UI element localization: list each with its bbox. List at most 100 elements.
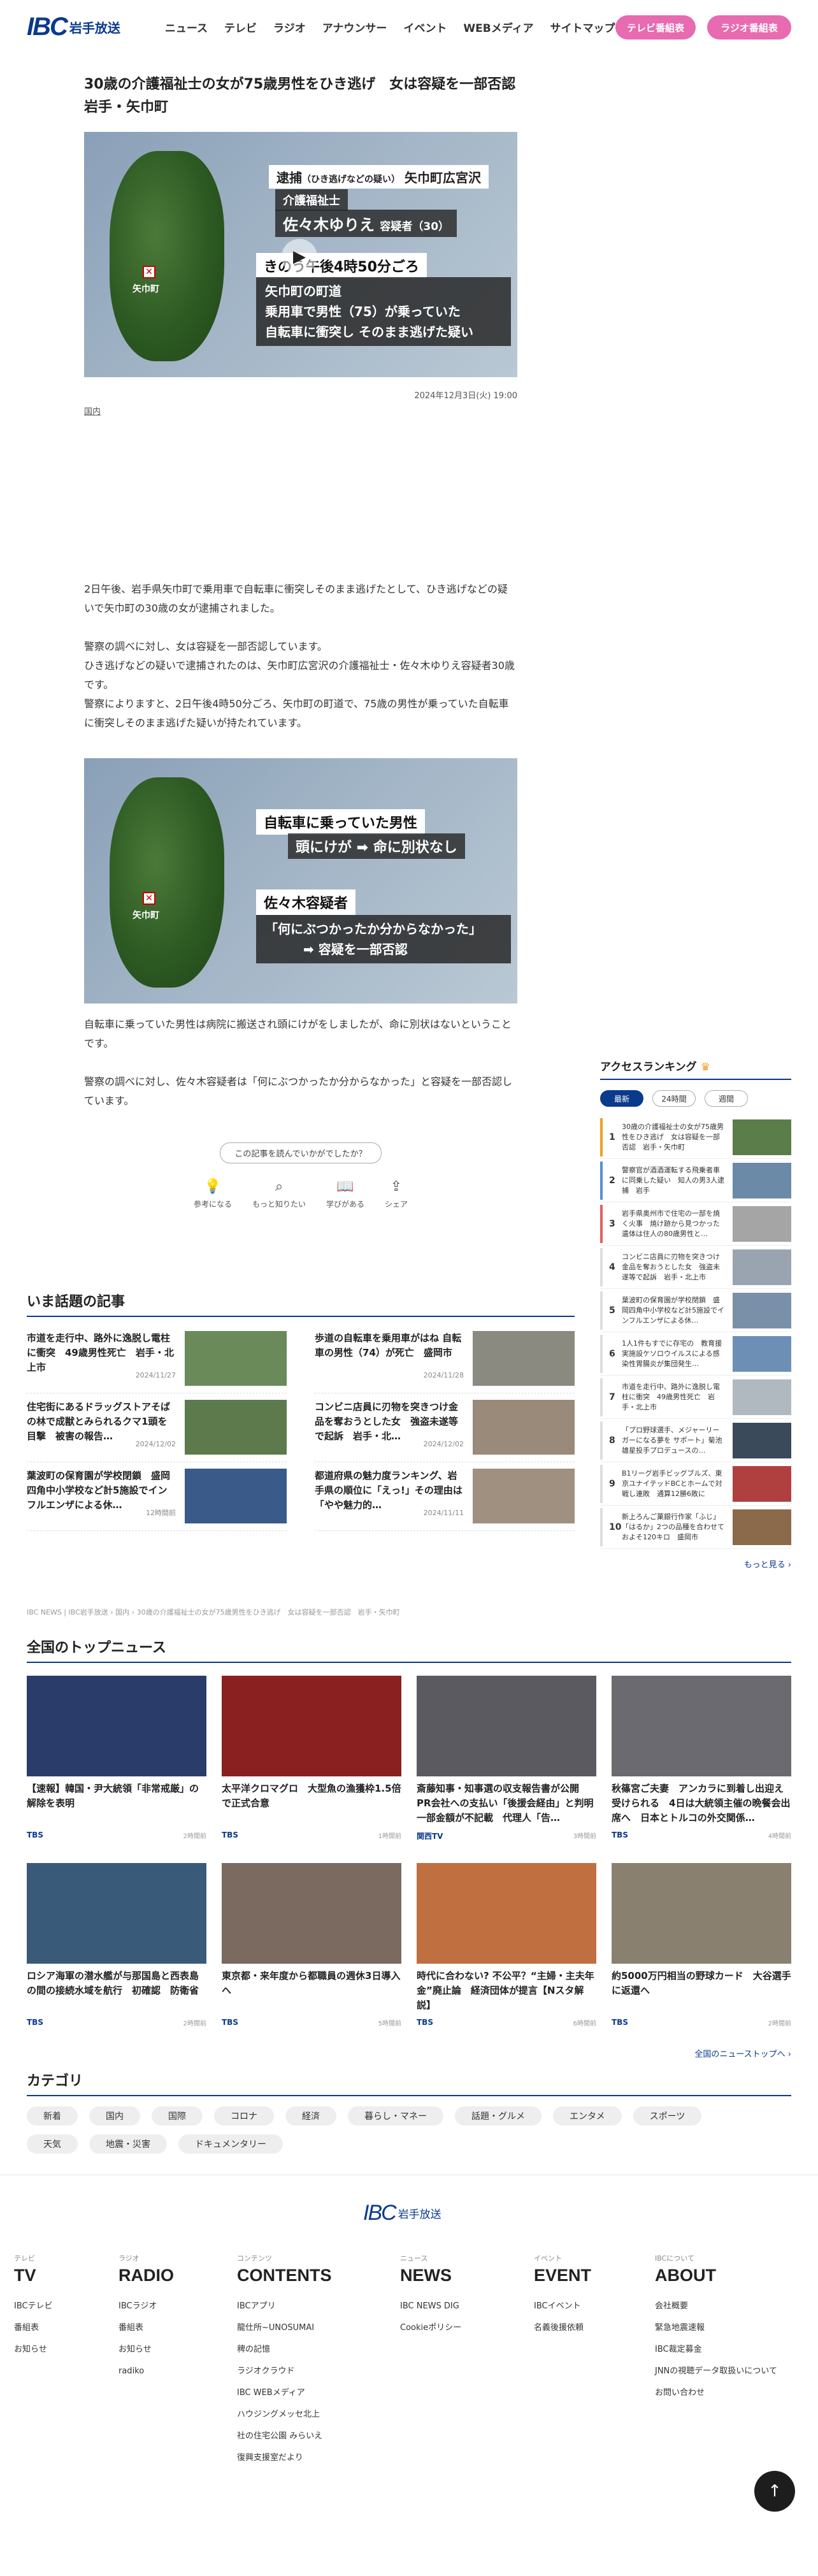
trending-item[interactable]: コンビニ店員に刃物を突きつけ金品を奪おうとした女 強盗未遂等で起訴 岩手・北… 2… [315, 1400, 575, 1462]
site-logo[interactable]: IBC 岩手放送 [27, 13, 120, 41]
footer-link[interactable]: 社の住宅公園 みらいえ [237, 2426, 332, 2447]
footer-link[interactable]: IBC NEWS DIG [400, 2296, 461, 2317]
footer-link[interactable]: 龍仕所~UNOSUMAI [237, 2317, 332, 2339]
image2-caption-detail: 「何にぶつかったか分からなかった」 ➡ 容疑を一部否認 [256, 915, 511, 963]
news-card[interactable]: ロシア海軍の潜水艦が与那国島と西表島の間の接続水域を航行 初確認 防衛省 TBS 2… [27, 1863, 206, 2027]
nav-webmedia[interactable]: WEBメディア [463, 19, 533, 35]
category-chip[interactable]: エンタメ [553, 2106, 622, 2126]
article-paragraph: ひき逃げなどの疑いで逮捕されたのは、矢巾町広宮沢の介護福祉士・佐々木ゆりえ容疑者… [84, 659, 515, 691]
logo-text: 岩手放送 [69, 20, 120, 36]
footer-link[interactable]: IBCテレビ [14, 2296, 53, 2317]
category-chip[interactable]: 国内 [89, 2106, 140, 2126]
ranking-item[interactable]: 3 岩手県奥州市で住宅の一部を焼く火事 焼け跡から見つかった遺体は住人の80歳男性… [600, 1202, 791, 1246]
radio-schedule-button[interactable]: ラジオ番組表 [707, 15, 791, 40]
share-button[interactable]: ⇪ シェア [385, 1179, 408, 1209]
category-chip[interactable]: 天気 [27, 2134, 78, 2154]
footer-link[interactable]: IBCアプリ [237, 2296, 332, 2317]
ranking-tab-latest[interactable]: 最新 [600, 1090, 643, 1107]
footer-col-subtitle: ラジオ [118, 2254, 140, 2263]
news-card[interactable]: 約5000万円相当の野球カード 大谷選手に返還へ TBS 2時間前 [612, 1863, 791, 2027]
nav-sitemap[interactable]: サイトマップ [550, 19, 615, 35]
footer-logo[interactable]: IBC 岩手放送 [363, 2201, 441, 2226]
footer-link[interactable]: お問い合わせ [655, 2382, 777, 2404]
trending-item[interactable]: 住宅街にあるドラッグストアそばの林で成獣とみられるクマ1頭を目撃 被害の報告… 2… [27, 1400, 287, 1462]
ranking-item[interactable]: 1 30歳の介護福祉士の女が75歳男性をひき逃げ 女は容疑を一部否認 岩手・矢巾町 [600, 1116, 791, 1159]
footer-link[interactable]: radiko [118, 2361, 174, 2382]
book-icon: 📖 [336, 1179, 354, 1195]
footer-link[interactable]: ラジオクラウド [237, 2361, 332, 2382]
hero-caption-job: 介護福祉士 [275, 189, 348, 211]
trending-item[interactable]: 都道府県の魅力度ランキング、岩手県の順位に「えっ!」その理由は「やや魅力的… 20… [315, 1469, 575, 1531]
nav-announcer[interactable]: アナウンサー [322, 19, 387, 35]
trending-item[interactable]: 葉波町の保育園が学校閉鎖 盛岡四角中小学校など計5施設でインフルエンザによる休…… [27, 1469, 287, 1531]
category-chip[interactable]: 国際 [152, 2106, 203, 2126]
footer-link[interactable]: 番組表 [118, 2317, 174, 2339]
footer-link[interactable]: Cookieポリシー [400, 2317, 461, 2339]
category-chip[interactable]: ドキュメンタリー [178, 2134, 283, 2154]
footer-link[interactable]: IBC WEBメディア [237, 2382, 332, 2404]
town-label: 矢巾町 [133, 910, 159, 921]
category-chip[interactable]: 話題・グルメ [455, 2106, 542, 2126]
ranking-item[interactable]: 7 市道を走行中、路外に逸脱し電柱に衝突 49歳男性死亡 岩手・北上市 [600, 1376, 791, 1419]
category-chip[interactable]: コロナ [214, 2106, 274, 2126]
national-more-link[interactable]: 全国のニューストップへ › [694, 2047, 791, 2059]
article-hero-image[interactable]: ✕ 矢巾町 逮捕（ひき逃げなどの疑い） 矢巾町広宮沢 介護福祉士 佐々木ゆりえ … [84, 132, 517, 377]
footer-link[interactable]: 稗の記憶 [237, 2339, 332, 2361]
breadcrumb[interactable]: IBC NEWS | IBC岩手放送 › 国内 › 30歳の介護福祉士の女が75… [27, 1607, 400, 1617]
footer-link[interactable]: 会社概要 [655, 2296, 777, 2317]
category-chip[interactable]: 地震・災害 [89, 2134, 167, 2154]
rank-title: 「プロ野球選手、メジャーリーガーになる夢を サポート」菊池雄星投手プロデュースの… [622, 1425, 722, 1455]
tv-schedule-button[interactable]: テレビ番組表 [615, 15, 696, 40]
news-card[interactable]: 【速報】韓国・尹大統領「非常戒厳」の解除を表明 TBS 2時間前 [27, 1676, 206, 1841]
category-chip[interactable]: スポーツ [633, 2106, 702, 2126]
trending-item[interactable]: 市道を走行中、路外に逸脱し電柱に衝突 49歳男性死亡 岩手・北上市 2024/11… [27, 1331, 287, 1393]
rank-title: 1人1件もすでに存宅の 教育援実施設ケソロウイルスによる感染性胃腸炎が集団発生… [622, 1339, 722, 1368]
ranking-item[interactable]: 8 「プロ野球選手、メジャーリーガーになる夢を サポート」菊池雄星投手プロデュース… [600, 1419, 791, 1462]
footer-link[interactable]: 番組表 [14, 2317, 53, 2339]
ranking-item[interactable]: 5 葉波町の保育園が学校閉鎖 盛岡四角中小学校など計5施設でインフルエンザによる休… [600, 1289, 791, 1332]
footer-link[interactable]: JNNの視聴データ取扱いについて [655, 2361, 777, 2382]
article-category-link[interactable]: 国内 [84, 405, 517, 417]
category-chip[interactable]: 経済 [285, 2106, 336, 2126]
category-chip[interactable]: 新着 [27, 2106, 78, 2126]
category-chip[interactable]: 暮らし・マネー [348, 2106, 443, 2126]
footer-link[interactable]: お知らせ [14, 2339, 53, 2361]
nav-event[interactable]: イベント [403, 19, 447, 35]
news-card[interactable]: 太平洋クロマグロ 大型魚の漁獲枠1.5倍で正式合意 TBS 1時間前 [222, 1676, 401, 1841]
ranking-item[interactable]: 10 新上ろんご菓銀行作家「ふじ」「はるか」2つの品種を合わせておよそ120キロ … [600, 1506, 791, 1549]
ranking-tab-weekly[interactable]: 週間 [705, 1090, 748, 1107]
footer-link[interactable]: 復興支援室だより [237, 2447, 332, 2469]
nav-radio[interactable]: ラジオ [273, 19, 306, 35]
footer-link[interactable]: 名義後援依頼 [534, 2317, 591, 2339]
footer-link[interactable]: お知らせ [118, 2339, 174, 2361]
feedback-more-button[interactable]: ⌕ もっと知りたい [252, 1179, 306, 1209]
ranking-item[interactable]: 9 B1リーグ岩手ビッグブルズ、東京ユナイテッドBCとホームで対戦し連敗 通算12… [600, 1462, 791, 1506]
ranking-item[interactable]: 4 コンビニ店員に刃物を突きつけ金品を奪おうとした女 強盗未遂等で起訴 岩手・北上… [600, 1246, 791, 1289]
feedback-learn-button[interactable]: 📖 学びがある [326, 1179, 364, 1209]
back-to-top-button[interactable]: ↑ [754, 2471, 795, 2512]
nav-news[interactable]: ニュース [165, 19, 208, 35]
feedback-helpful-button[interactable]: 💡 参考になる [194, 1179, 232, 1209]
nav-tv[interactable]: テレビ [224, 19, 257, 35]
article-paragraph: 警察の調べに対し、女は容疑を一部否認しています。 [84, 640, 327, 652]
rank-number: 1 [609, 1132, 615, 1142]
footer-link[interactable]: IBC裁定募金 [655, 2339, 777, 2361]
rank-title: 新上ろんご菓銀行作家「ふじ」「はるか」2つの品種を合わせておよそ120キロ 盛岡… [622, 1512, 724, 1541]
rank-title: 30歳の介護福祉士の女が75歳男性をひき逃げ 女は容疑を一部否認 岩手・矢巾町 [622, 1122, 724, 1151]
article-image-2[interactable]: ✕ 矢巾町 自転車に乗っていた男性 頭にけが ➡ 命に別状なし 佐々木容疑者 「… [84, 758, 517, 1004]
news-card[interactable]: 東京都・来年度から都職員の週休3日導入へ TBS 5時間前 [222, 1863, 401, 2027]
site-footer: IBC 岩手放送 テレビ TV IBCテレビ 番組表 お知らせ ラジオ RADIO IBCラジ… [0, 2175, 818, 2576]
news-card[interactable]: 斎藤知事・知事選の収支報告書が公開 PR会社への支払い「後援会経由」と判明 一部… [417, 1676, 596, 1841]
footer-link[interactable]: IBCイベント [534, 2296, 591, 2317]
footer-link[interactable]: 緊急地震速報 [655, 2317, 777, 2339]
ranking-more-link[interactable]: もっと見る › [600, 1558, 791, 1570]
ranking-item[interactable]: 6 1人1件もすでに存宅の 教育援実施設ケソロウイルスによる感染性胃腸炎が集団発生… [600, 1332, 791, 1376]
trending-item[interactable]: 歩道の自転車を乗用車がはね 自転車の男性（74）が死亡 盛岡市 2024/11/2… [315, 1331, 575, 1393]
news-card[interactable]: 時代に合わない? 不公平？“主婦・主夫年金”廃止論 経済団体が提言【Nスタ解説】… [417, 1863, 596, 2027]
news-card[interactable]: 秋篠宮ご夫妻 アンカラに到着し出迎え受けられる 4日は大統領主催の晩餐会出席へ … [612, 1676, 791, 1841]
footer-link[interactable]: ハウジングメッセ北上 [237, 2404, 332, 2426]
play-icon[interactable]: ▶ [282, 239, 317, 275]
ranking-item[interactable]: 2 警察官が酒酒運転する飛乗者車に同乗した疑い 知人の男3人逮捕 岩手 [600, 1159, 791, 1202]
footer-link[interactable]: IBCラジオ [118, 2296, 174, 2317]
ranking-tab-24h[interactable]: 24時間 [652, 1090, 696, 1107]
